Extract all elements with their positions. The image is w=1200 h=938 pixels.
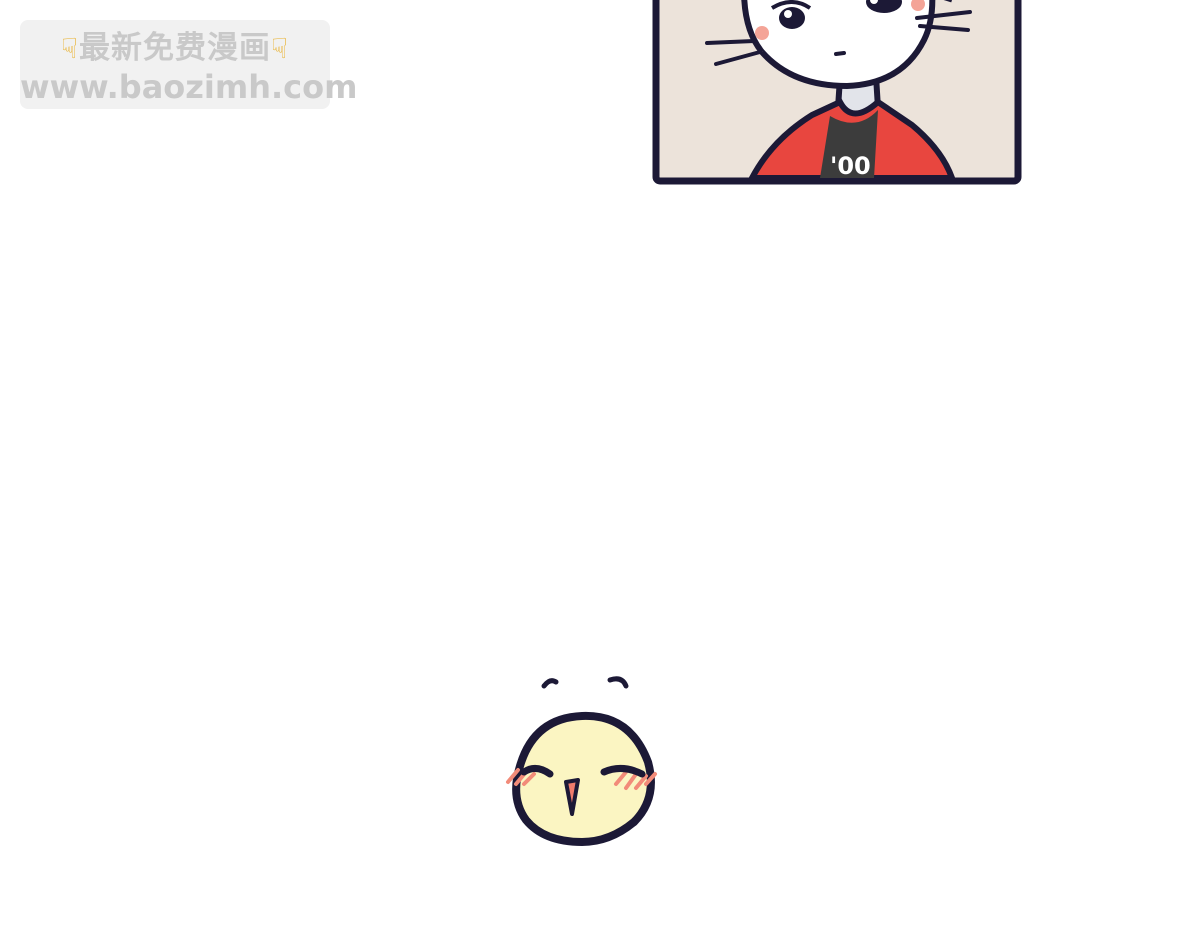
left-eye (779, 7, 805, 29)
cat-mouth (834, 51, 846, 56)
left-tuft (541, 678, 559, 689)
shirt-print: '00 (830, 152, 871, 180)
pointing-down-hand-icon: ☟ (60, 32, 79, 65)
watermark-url: www.baozimh.com (20, 68, 358, 106)
yellow-chick-character (506, 676, 657, 847)
watermark-title: 最新免费漫画 (79, 30, 271, 66)
left-blush (755, 26, 769, 40)
right-tuft (607, 676, 629, 689)
watermark-badge: ☟最新免费漫画☟ www.baozimh.com (20, 20, 358, 109)
comic-panel-cat-character: '00 (652, 0, 1022, 185)
pointing-down-hand-icon: ☟ (271, 32, 290, 65)
